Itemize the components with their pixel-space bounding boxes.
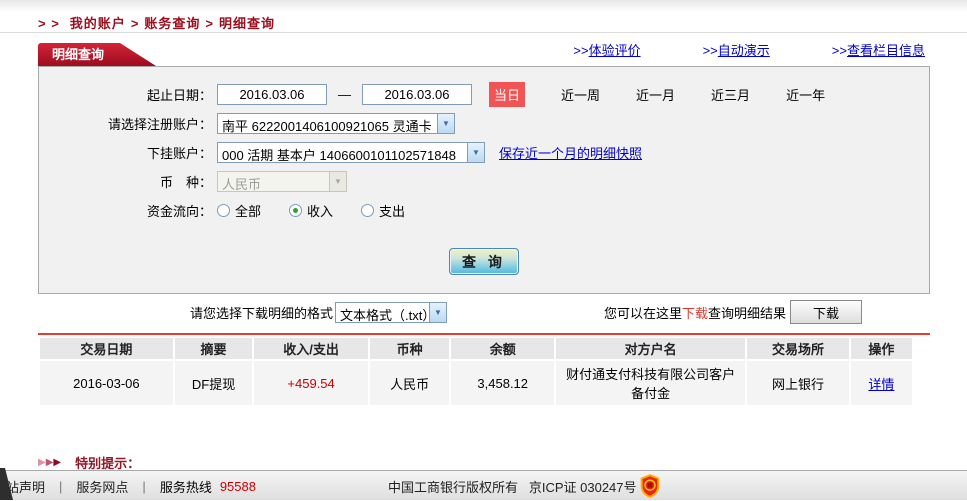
cell-counterparty: 财付通支付科技有限公司客户备付金 [556,361,746,405]
table-row: 2016-03-06 DF提现 +459.54 人民币 3,458.12 财付通… [40,361,912,405]
flow-radio-income[interactable]: 收入 [289,201,333,220]
col-summary: 摘要 [174,338,253,359]
cell-balance: 3,458.12 [451,361,555,405]
quick-range-month[interactable]: 近一月 [636,85,675,104]
footer-copyright: 中国工商银行版权所有 京ICP证 030247号 [388,480,637,495]
flow-radio-all[interactable]: 全部 [217,201,261,220]
flow-radio-expense[interactable]: 支出 [361,201,405,220]
date-to-input[interactable] [362,84,472,105]
download-format-select[interactable]: 文本格式（.txt） ▼ [335,301,448,323]
flow-direction-label: 资金流向： [146,204,212,219]
date-range-label: 起止日期： [146,88,212,103]
radio-icon [289,204,303,217]
panel-header: 明细查询 >>体验评价 >>自动演示 >>查看栏目信息 [38,33,930,66]
link-view-column-info[interactable]: >>查看栏目信息 [832,40,925,59]
topbar: > > 我的账户 > 账务查询 > 明细查询 [0,0,967,33]
breadcrumb-item-account-query[interactable]: 账务查询 [144,16,200,31]
download-format-group: 请您选择下载明细的格式 文本格式（.txt） ▼ [190,301,448,323]
main-content: 明细查询 >>体验评价 >>自动演示 >>查看栏目信息 起止日期： — 当日 近… [0,33,967,494]
currency-label: 币 种： [159,175,212,190]
flow-direction-row: 资金流向： 全部 收入 支出 [39,196,929,225]
breadcrumb-item-detail-query[interactable]: 明细查询 [219,16,275,31]
download-format-label: 请您选择下载明细的格式 [190,305,334,321]
col-channel: 交易场所 [747,338,849,359]
section-divider [38,333,930,335]
col-amount: 收入/支出 [254,338,368,359]
register-account-row: 请选择注册账户： 南平 6222001406100921065 灵通卡 ▼ [39,109,929,138]
footer-link-service-outlets[interactable]: 服务网点 [76,477,128,496]
table-header-row: 交易日期 摘要 收入/支出 币种 余额 对方户名 交易场所 操作 [40,338,912,359]
download-button[interactable]: 下载 [790,300,862,324]
download-inline-link[interactable]: 下载 [682,303,708,322]
col-currency: 币种 [369,338,450,359]
download-hint-suffix: 查询明细结果 [707,305,786,321]
sub-account-row: 下挂账户： 000 活期 基本户 1406600101102571848 ▼ 保… [39,138,929,167]
date-range-row: 起止日期： — 当日 近一周 近一月 近三月 近一年 [39,80,929,109]
footer-hotline-number: 95588 [219,479,256,494]
cell-summary: DF提现 [174,361,253,405]
chevron-down-icon: ▼ [437,114,454,133]
quick-range-quarter[interactable]: 近三月 [711,85,750,104]
download-hint-prefix: 您可以在这里 [603,305,682,321]
register-account-label: 请选择注册账户： [107,117,212,132]
footer: 网站声明 | 服务网点 | 服务热线 95588 中国工商银行版权所有 京ICP… [0,470,967,500]
link-experience-rating[interactable]: >>体验评价 [573,40,640,59]
radio-icon [217,204,230,217]
cell-channel: 网上银行 [747,361,849,405]
link-auto-demo[interactable]: >>自动演示 [703,40,770,59]
sub-account-label: 下挂账户： [146,146,212,161]
quick-range-week[interactable]: 近一周 [561,85,600,104]
currency-select-disabled: 人民币 ▼ [217,171,347,192]
download-row: 请您选择下载明细的格式 文本格式（.txt） ▼ 您可以在这里 下载 查询明细结果 … [38,296,930,328]
col-balance: 余额 [451,338,555,359]
chevron-down-icon: ▼ [467,143,484,162]
cell-trade-date: 2016-03-06 [40,361,173,405]
download-hint-group: 您可以在这里 下载 查询明细结果 下载 [604,300,862,324]
security-shield-badge-icon[interactable] [640,474,660,501]
footer-icp: 京ICP证 030247号 [528,480,637,495]
col-counterparty: 对方户名 [556,338,746,359]
query-form: 起止日期： — 当日 近一周 近一月 近三月 近一年 请选择注册账户： 南平 6… [38,66,930,294]
col-trade-date: 交易日期 [40,338,173,359]
register-account-select[interactable]: 南平 6222001406100921065 灵通卡 ▼ [217,113,455,134]
save-snapshot-link[interactable]: 保存近一个月的明细快照 [499,143,642,162]
currency-row: 币 种： 人民币 ▼ [39,167,929,196]
panel-links: >>体验评价 >>自动演示 >>查看栏目信息 [573,40,930,66]
cell-currency: 人民币 [369,361,450,405]
query-button[interactable]: 查 询 [449,248,519,275]
breadcrumb: > > 我的账户 > 账务查询 > 明细查询 [38,16,276,31]
breadcrumb-item-my-account[interactable]: 我的账户 [70,16,126,31]
footer-hotline-label: 服务热线 [159,480,212,495]
footer-links: 网站声明 | 服务网点 | 服务热线 95588 [0,477,256,496]
radio-icon [361,204,375,217]
date-from-input[interactable] [217,84,327,105]
notice-arrow-icon: ▶ [45,456,54,468]
quick-range-year[interactable]: 近一年 [786,85,825,104]
date-dash: — [338,87,351,102]
chevron-down-icon: ▼ [429,302,447,322]
chevron-down-icon: ▼ [329,172,346,191]
cell-amount: +459.54 [254,361,368,405]
detail-link[interactable]: 详情 [868,377,894,392]
notice-arrow-icon: ▶ [38,456,46,468]
sub-account-select[interactable]: 000 活期 基本户 1406600101102571848 ▼ [217,142,485,163]
quick-range-today[interactable]: 当日 [489,82,526,107]
transaction-table: 交易日期 摘要 收入/支出 币种 余额 对方户名 交易场所 操作 2016-03… [38,336,914,407]
col-action: 操作 [850,338,912,359]
breadcrumb-prefix: > > [38,16,60,31]
notice-arrow-icon: ▶ [53,456,62,468]
tab-detail-query: 明细查询 [38,43,156,66]
